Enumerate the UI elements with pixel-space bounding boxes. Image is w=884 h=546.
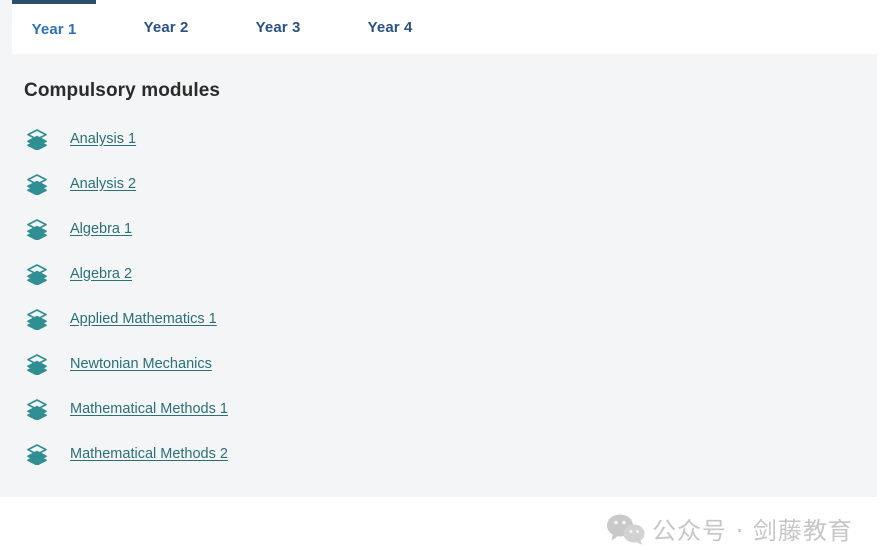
module-list-item-7[interactable]: Mathematical Methods 1 xyxy=(0,386,877,431)
watermark: 公众号 · 剑藤教育 xyxy=(606,511,853,546)
module-list-item-1[interactable]: Analysis 1 xyxy=(0,116,877,161)
tab-year-1-label: Year 1 xyxy=(31,20,77,38)
panel-title: Compulsory modules xyxy=(24,80,221,101)
tab-year-1[interactable]: Year 1 xyxy=(12,0,96,54)
year-tab-bar: Year 1 Year 2 Year 3 Year 4 xyxy=(0,0,884,54)
module-list-item-3[interactable]: Algebra 1 xyxy=(0,206,877,251)
layers-icon xyxy=(26,443,48,465)
module-link-2[interactable]: Analysis 2 xyxy=(70,176,136,192)
module-link-1[interactable]: Analysis 1 xyxy=(70,131,136,147)
tab-year-4[interactable]: Year 4 xyxy=(348,0,432,54)
layers-icon xyxy=(26,263,48,285)
module-list-item-5[interactable]: Applied Mathematics 1 xyxy=(0,296,877,341)
layers-icon xyxy=(26,398,48,420)
module-link-8[interactable]: Mathematical Methods 2 xyxy=(70,446,228,462)
tab-year-4-label: Year 4 xyxy=(367,18,413,36)
layers-icon xyxy=(26,128,48,150)
layers-icon xyxy=(26,173,48,195)
module-link-5[interactable]: Applied Mathematics 1 xyxy=(70,311,217,327)
module-link-7[interactable]: Mathematical Methods 1 xyxy=(70,401,228,417)
module-list: Analysis 1 Analysis 2 Algebra 1 Algebra … xyxy=(0,116,877,476)
tab-year-2[interactable]: Year 2 xyxy=(124,0,208,54)
tab-year-2-label: Year 2 xyxy=(143,18,189,36)
layers-icon xyxy=(26,218,48,240)
layers-icon xyxy=(26,353,48,375)
module-link-6[interactable]: Newtonian Mechanics xyxy=(70,356,212,372)
tab-year-3[interactable]: Year 3 xyxy=(236,0,320,54)
year-1-panel: Compulsory modules Analysis 1 Analysis 2 xyxy=(0,54,877,545)
tab-year-3-label: Year 3 xyxy=(255,18,301,36)
module-tabs-widget: Year 1 Year 2 Year 3 Year 4 Compulsory m… xyxy=(0,0,884,545)
module-link-4[interactable]: Algebra 2 xyxy=(70,266,132,282)
module-list-item-8[interactable]: Mathematical Methods 2 xyxy=(0,431,877,476)
tab-bar-left-gutter-bottom xyxy=(0,44,12,54)
module-list-item-4[interactable]: Algebra 2 xyxy=(0,251,877,296)
watermark-text: 公众号 · 剑藤教育 xyxy=(652,517,853,545)
module-list-item-6[interactable]: Newtonian Mechanics xyxy=(0,341,877,386)
module-list-item-2[interactable]: Analysis 2 xyxy=(0,161,877,206)
module-link-3[interactable]: Algebra 1 xyxy=(70,221,132,237)
layers-icon xyxy=(26,308,48,330)
wechat-icon xyxy=(606,512,646,546)
